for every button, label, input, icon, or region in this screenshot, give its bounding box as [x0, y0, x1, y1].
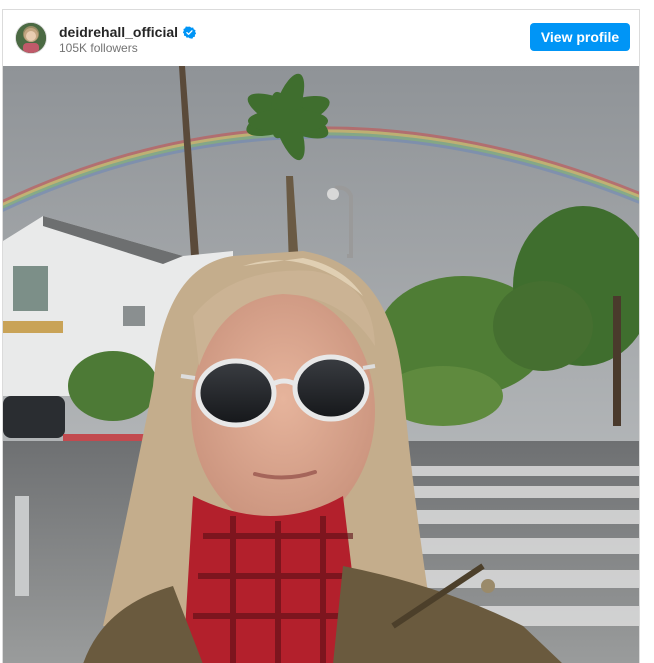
- verified-badge-icon: [183, 26, 197, 39]
- post-header: deidrehall_official 105K followers View …: [3, 10, 639, 66]
- embed-card: deidrehall_official 105K followers View …: [2, 9, 640, 663]
- followers-count: 105K followers: [59, 41, 138, 55]
- username[interactable]: deidrehall_official: [59, 24, 178, 40]
- avatar-image: [16, 23, 46, 53]
- post-image[interactable]: [3, 66, 639, 663]
- view-profile-button[interactable]: View profile: [530, 23, 630, 51]
- selfie-photo-icon: [3, 66, 639, 663]
- avatar[interactable]: [15, 22, 47, 54]
- username-row[interactable]: deidrehall_official: [59, 24, 197, 40]
